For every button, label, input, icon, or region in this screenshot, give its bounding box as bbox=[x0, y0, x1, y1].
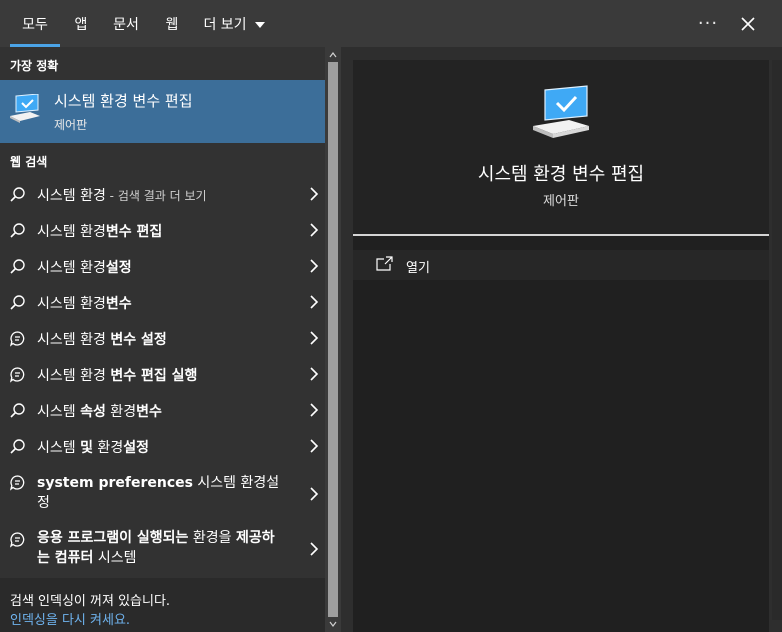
chat-icon bbox=[9, 331, 25, 347]
computer-icon bbox=[10, 94, 40, 123]
results-scrollbar[interactable] bbox=[325, 47, 341, 632]
preview-title: 시스템 환경 변수 편집 bbox=[477, 164, 645, 185]
tab-more[interactable]: 더 보기 bbox=[198, 0, 270, 47]
search-icon bbox=[10, 187, 25, 202]
search-icon bbox=[10, 223, 25, 238]
search-icon bbox=[10, 295, 25, 310]
search-icon bbox=[10, 439, 25, 454]
open-action[interactable]: 열기 bbox=[353, 250, 769, 280]
indexing-status-text: 검색 인덱싱이 꺼져 있습니다. bbox=[10, 594, 171, 609]
best-match-heading: 가장 정확 bbox=[10, 59, 59, 73]
search-icon bbox=[10, 259, 25, 274]
preview-scrollbar[interactable] bbox=[772, 60, 782, 620]
web-result-item[interactable]: 시스템 환경 변수 설정 bbox=[0, 320, 325, 356]
chat-icon bbox=[9, 367, 25, 383]
web-result-item[interactable]: 시스템 및 환경설정 bbox=[0, 428, 325, 464]
tab-documents[interactable]: 문서 bbox=[108, 0, 144, 47]
best-match-title: 시스템 환경 변수 편집 bbox=[54, 92, 193, 110]
chevron-right-icon bbox=[310, 331, 319, 345]
chevron-right-icon bbox=[310, 259, 319, 273]
tab-apps[interactable]: 앱 bbox=[66, 0, 96, 47]
web-result-item[interactable]: 응용 프로그램이 실행되는 환경을 제공하는 컴퓨터 시스템 bbox=[0, 521, 325, 577]
scroll-down-icon[interactable] bbox=[329, 620, 337, 628]
preview-card: 시스템 환경 변수 편집 제어판 열기 bbox=[353, 60, 769, 632]
close-button[interactable] bbox=[730, 0, 766, 47]
preview-panel: 시스템 환경 변수 편집 제어판 열기 bbox=[341, 47, 782, 632]
best-match-subtitle: 제어판 bbox=[54, 118, 88, 132]
search-icon bbox=[10, 403, 25, 418]
preview-subtitle: 제어판 bbox=[543, 194, 579, 209]
scroll-up-icon[interactable] bbox=[329, 51, 337, 59]
enable-indexing-link[interactable]: 인덱싱을 다시 켜세요. bbox=[10, 609, 130, 628]
results-panel: 가장 정확 시스템 환경 변수 편집 제어판 웹 검색 시스템 환경 - 검색 … bbox=[0, 47, 325, 632]
close-icon bbox=[741, 16, 755, 31]
best-match-item[interactable]: 시스템 환경 변수 편집 제어판 bbox=[0, 80, 325, 143]
scrollbar-thumb[interactable] bbox=[328, 62, 338, 617]
chat-icon bbox=[9, 532, 25, 548]
open-icon bbox=[376, 256, 393, 271]
web-result-item[interactable]: 시스템 환경 변수 편집 실행 bbox=[0, 356, 325, 392]
more-options-button[interactable]: ··· bbox=[690, 0, 726, 47]
chevron-right-icon bbox=[310, 223, 319, 237]
tab-web[interactable]: 웹 bbox=[158, 0, 186, 47]
web-result-item[interactable]: 시스템 환경변수 편집 bbox=[0, 212, 325, 248]
chevron-right-icon bbox=[310, 295, 319, 309]
chat-icon bbox=[9, 475, 25, 491]
tab-all[interactable]: 모두 bbox=[10, 0, 60, 47]
chevron-right-icon bbox=[310, 187, 319, 201]
web-result-item[interactable]: 시스템 속성 환경변수 bbox=[0, 392, 325, 428]
chevron-right-icon bbox=[310, 367, 319, 381]
web-search-heading: 웹 검색 bbox=[10, 155, 48, 169]
chevron-right-icon bbox=[310, 542, 319, 556]
web-result-item[interactable]: 시스템 환경변수 bbox=[0, 284, 325, 320]
open-action-label: 열기 bbox=[406, 261, 430, 276]
chevron-right-icon bbox=[310, 403, 319, 417]
web-result-item[interactable]: 시스템 환경설정 bbox=[0, 248, 325, 284]
chevron-down-icon bbox=[254, 21, 265, 28]
web-result-item[interactable]: system preferences 시스템 환경설정 bbox=[0, 466, 325, 522]
indexing-notice: 검색 인덱싱이 꺼져 있습니다. 인덱싱을 다시 켜세요. bbox=[0, 578, 325, 632]
search-filter-bar: 모두 앱 문서 웹 더 보기 ··· bbox=[0, 0, 782, 47]
computer-icon bbox=[533, 85, 589, 138]
preview-header: 시스템 환경 변수 편집 제어판 bbox=[353, 60, 769, 236]
chevron-right-icon bbox=[310, 487, 319, 501]
web-result-item[interactable]: 시스템 환경 - 검색 결과 더 보기 bbox=[0, 176, 325, 212]
chevron-right-icon bbox=[310, 439, 319, 453]
